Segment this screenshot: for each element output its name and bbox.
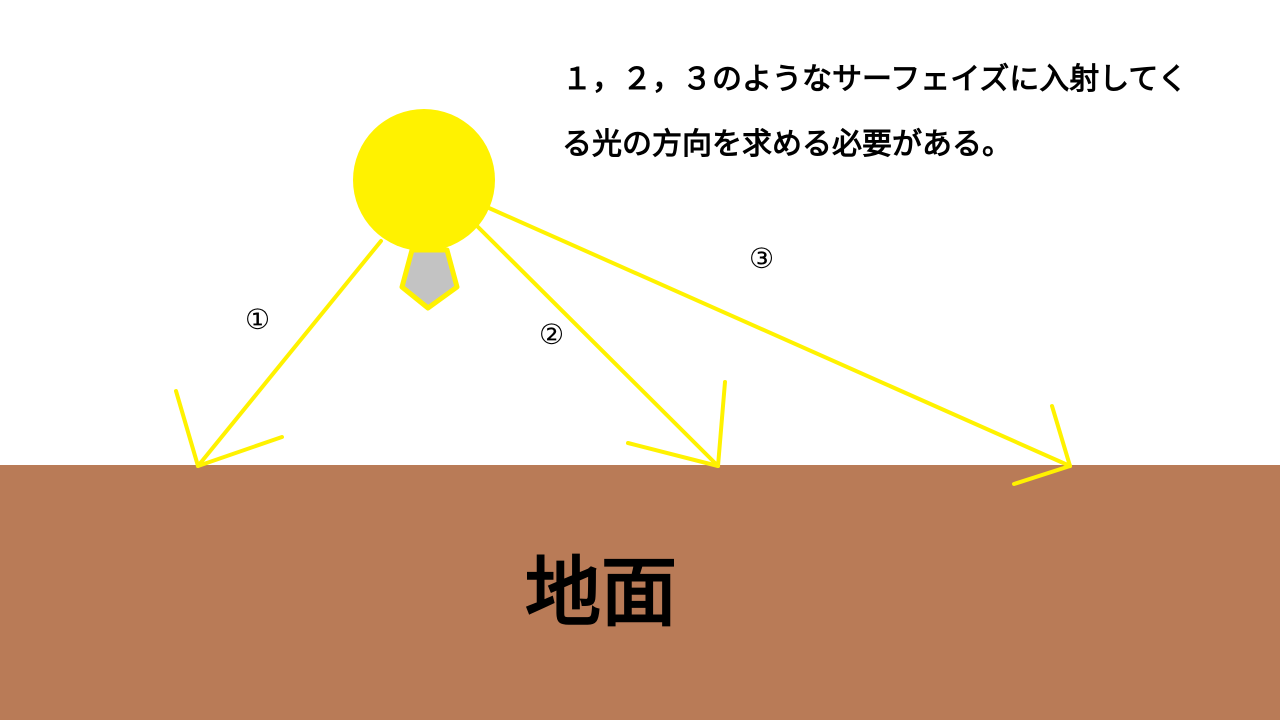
ray-1-label: ① (245, 303, 270, 336)
light-bulb-base (399, 247, 460, 311)
ray-1 (174, 239, 383, 468)
ray-3-label: ③ (749, 242, 774, 275)
ray-2-arrowhead-right (716, 380, 727, 468)
ray-3-line (487, 206, 1072, 468)
ray-3 (487, 206, 1072, 486)
ray-1-line (196, 239, 383, 468)
ray-1-arrowhead-left (174, 389, 200, 468)
diagram-canvas: ① ② ③ １，２，３のようなサーフェイズに入射してく る光の方向を求める必要が… (0, 0, 1280, 720)
light-bulb (353, 109, 495, 251)
ray-2-line (476, 225, 720, 468)
ray-2 (476, 225, 727, 468)
ray-3-arrowhead-left (1050, 404, 1072, 468)
ray-2-label: ② (539, 318, 564, 351)
caption-line-2: る光の方向を求める必要がある。 (562, 127, 1012, 162)
ground-label: 地面 (525, 548, 677, 637)
caption-line-1: １，２，３のようなサーフェイズに入射してく (562, 62, 1188, 97)
